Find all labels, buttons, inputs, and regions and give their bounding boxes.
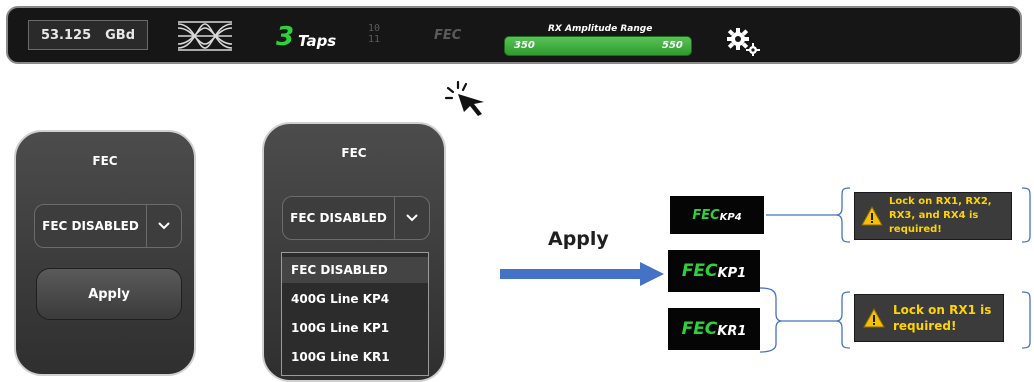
fec-option[interactable]: 400G Line KP4 [282, 286, 428, 312]
fec-options-list: FEC DISABLED 400G Line KP4 100G Line KP1… [281, 252, 429, 376]
chevron-down-icon[interactable] [147, 205, 181, 247]
fec-kp4-badge: FEC KP4 [670, 196, 764, 234]
settings-gears-icon[interactable] [726, 28, 760, 56]
fec-selected-value: FEC DISABLED [35, 205, 147, 247]
eye-diagram-icon[interactable] [176, 20, 234, 52]
taps-label[interactable]: Taps [298, 32, 336, 50]
fec-mode-select[interactable]: FEC DISABLED [282, 196, 430, 240]
mouse-cursor-click-icon [444, 80, 484, 116]
fec-toolbar-button[interactable]: FEC [434, 28, 461, 43]
rx-amplitude-min: 350 [514, 40, 535, 51]
badge-suffix: KP1 [717, 265, 747, 281]
fec-option[interactable]: 100G Line KP1 [282, 315, 428, 341]
right-arrow-icon [500, 262, 664, 286]
rx-amplitude-max: 550 [662, 40, 683, 51]
badge-prefix: FEC [681, 319, 718, 339]
warning-text: Lock on RX1, RX2, RX3, and RX4 is requir… [889, 196, 992, 235]
top-toolbar: 53.125 GBd 3 Taps 10 11 FEC RX Amplitude… [6, 6, 1022, 64]
fec-panel-title: FEC [341, 146, 367, 160]
baud-rate-value: 53.125 [40, 27, 92, 43]
badge-prefix: FEC [692, 207, 720, 223]
apply-flow-label: Apply [548, 228, 609, 250]
fec-option[interactable]: 100G Line KR1 [282, 344, 428, 370]
apply-button[interactable]: Apply [36, 268, 182, 320]
fec-panel-title: FEC [92, 154, 118, 168]
lock-warning-all-rx: Lock on RX1, RX2, RX3, and RX4 is requir… [854, 192, 1012, 240]
chevron-down-icon[interactable] [395, 197, 429, 239]
fec-selected-value: FEC DISABLED [283, 197, 395, 239]
badge-prefix: FEC [681, 261, 718, 281]
baud-rate-unit: GBd [105, 27, 136, 43]
badge-suffix: KR1 [717, 323, 747, 339]
warning-text: Lock on RX1 is required! [893, 303, 992, 333]
fec-panel-closed: FEC FEC DISABLED [14, 130, 196, 376]
fec-option[interactable]: FEC DISABLED [282, 257, 428, 283]
badge-suffix: KP4 [719, 211, 742, 223]
fec-kr1-badge: FEC KR1 [668, 308, 760, 350]
warning-icon [861, 206, 883, 226]
taps-count[interactable]: 3 [276, 24, 294, 50]
lock-warning-rx1: Lock on RX1 is required! [854, 294, 1004, 342]
fec-kp1-badge: FEC KP1 [668, 250, 760, 292]
fec-mode-select[interactable]: FEC DISABLED [34, 204, 182, 248]
rx-amplitude-title: RX Amplitude Range [548, 24, 653, 34]
binary-icon[interactable]: 10 11 [368, 23, 380, 45]
warning-icon [863, 308, 885, 328]
baud-rate-display[interactable]: 53.125 GBd [28, 20, 148, 50]
